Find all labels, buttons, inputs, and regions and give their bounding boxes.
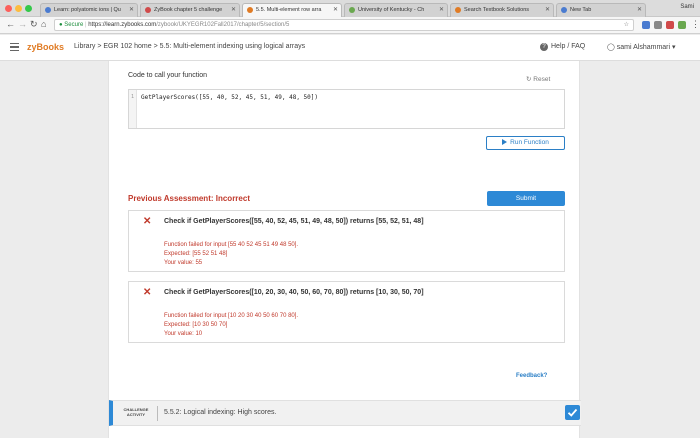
test-title: Check if GetPlayerScores([10, 20, 30, 40… — [164, 289, 424, 296]
browser-tab-strip: Learn: polyatomic ions | Qu ✕ ZyBook cha… — [0, 0, 700, 17]
tab-label: 5.5. Multi-element row arra — [256, 7, 322, 13]
reset-button[interactable]: ↻ Reset — [526, 75, 550, 83]
reset-label: Reset — [533, 76, 551, 83]
run-label: Run Function — [510, 139, 549, 146]
browser-tab[interactable]: University of Kentucky - Ch ✕ — [344, 3, 448, 17]
bookmark-star-icon[interactable]: ☆ — [624, 21, 629, 28]
reload-icon[interactable]: ↻ — [30, 19, 38, 30]
fail-x-icon: ✕ — [143, 287, 152, 298]
secure-label: Secure — [64, 22, 84, 28]
test-your-value: Your value: 10 — [164, 331, 203, 337]
zybooks-header: zyBooks Library > EGR 102 home > 5.5: Mu… — [0, 35, 700, 61]
challenge-title: 5.5.2: Logical indexing: High scores. — [164, 409, 277, 416]
chevron-down-icon: ▾ — [670, 44, 676, 51]
browser-tab[interactable]: Search Textbook Solutions ✕ — [450, 3, 554, 17]
breadcrumb[interactable]: Library > EGR 102 home > 5.5: Multi-elem… — [74, 43, 305, 50]
user-menu[interactable]: ◯ sami Alshammari ▾ — [607, 43, 676, 51]
test-result: ✕ Check if GetPlayerScores([55, 40, 52, … — [128, 210, 565, 272]
tab-label: Learn: polyatomic ions | Qu — [54, 7, 121, 13]
tab-label: University of Kentucky - Ch — [358, 7, 425, 13]
help-label: Help / FAQ — [551, 43, 586, 50]
tab-favicon-icon — [349, 7, 355, 13]
browser-tab[interactable]: Learn: polyatomic ions | Qu ✕ — [40, 3, 138, 17]
completed-check-icon — [565, 405, 580, 420]
lock-icon: ● — [59, 22, 63, 28]
brand-logo[interactable]: zyBooks — [27, 42, 64, 52]
test-result: ✕ Check if GetPlayerScores([10, 20, 30, … — [128, 281, 565, 343]
close-tab-icon[interactable]: ✕ — [439, 6, 444, 13]
hamburger-menu-icon[interactable] — [10, 43, 19, 53]
close-tab-icon[interactable]: ✕ — [129, 6, 134, 13]
url-path: /zybook/UKYEGR102Fall2017/chapter/5/sect… — [156, 22, 290, 28]
close-tab-icon[interactable]: ✕ — [231, 6, 236, 13]
test-failed-message: Function failed for input [10 20 30 40 5… — [164, 313, 299, 319]
browser-profile-name[interactable]: Sami — [680, 4, 694, 10]
challenge-activity-bar[interactable]: CHALLENGE ACTIVITY 5.5.2: Logical indexi… — [109, 400, 581, 426]
tab-favicon-icon — [45, 7, 51, 13]
tab-favicon-icon — [455, 7, 461, 13]
challenge-label: CHALLENGE ACTIVITY — [123, 407, 149, 417]
close-tab-icon[interactable]: ✕ — [637, 6, 642, 13]
help-icon: ? — [540, 43, 548, 51]
tab-favicon-icon — [561, 7, 567, 13]
assessment-title: Previous Assessment: Incorrect — [128, 194, 250, 203]
browser-tab[interactable]: New Tab ✕ — [556, 3, 646, 17]
help-link[interactable]: ? Help / FAQ — [540, 43, 585, 51]
forward-icon[interactable]: → — [18, 19, 27, 29]
extension-icon[interactable] — [642, 21, 650, 29]
submit-button[interactable]: Submit — [487, 191, 565, 206]
address-bar: ← → ↻ ⌂ ● Secure | https://learn.zybooks… — [0, 17, 700, 34]
tab-label: ZyBook chapter 5 challenge — [154, 7, 223, 13]
avatar-icon: ◯ — [607, 44, 617, 51]
home-icon[interactable]: ⌂ — [41, 19, 46, 29]
close-window-icon[interactable] — [5, 5, 12, 12]
extension-icon[interactable] — [654, 21, 662, 29]
run-function-button[interactable]: Run Function — [486, 136, 565, 150]
browser-tab[interactable]: ZyBook chapter 5 challenge ✕ — [140, 3, 240, 17]
extension-icon[interactable] — [678, 21, 686, 29]
maximize-window-icon[interactable] — [25, 5, 32, 12]
line-number-gutter: 1 — [129, 90, 137, 128]
code-line[interactable]: GetPlayerScores([55, 40, 52, 45, 51, 49,… — [141, 94, 318, 101]
test-title: Check if GetPlayerScores([55, 40, 52, 45… — [164, 218, 424, 225]
tab-label: New Tab — [570, 7, 592, 13]
tab-favicon-icon — [145, 7, 151, 13]
back-icon[interactable]: ← — [6, 19, 15, 29]
play-icon — [502, 138, 508, 145]
fail-x-icon: ✕ — [143, 216, 152, 227]
test-failed-message: Function failed for input [55 40 52 45 5… — [164, 242, 299, 248]
test-expected: Expected: [55 52 51 48] — [164, 251, 228, 257]
reset-icon: ↻ — [526, 76, 532, 83]
test-your-value: Your value: 55 — [164, 260, 203, 266]
content-card: Code to call your function ↻ Reset 1 Get… — [108, 61, 581, 438]
test-expected: Expected: [10 30 50 70] — [164, 322, 228, 328]
divider — [157, 406, 158, 421]
extension-icon[interactable] — [666, 21, 674, 29]
minimize-window-icon[interactable] — [15, 5, 22, 12]
close-tab-icon[interactable]: ✕ — [333, 6, 338, 13]
tab-favicon-icon — [247, 7, 253, 13]
close-tab-icon[interactable]: ✕ — [545, 6, 550, 13]
feedback-link[interactable]: Feedback? — [516, 373, 547, 379]
code-editor[interactable]: 1 GetPlayerScores([55, 40, 52, 45, 51, 4… — [128, 89, 565, 129]
tab-label: Search Textbook Solutions — [464, 7, 530, 13]
browser-tab-active[interactable]: 5.5. Multi-element row arra ✕ — [242, 3, 342, 17]
url-input[interactable]: ● Secure | https://learn.zybooks.com/zyb… — [54, 19, 634, 31]
browser-menu-icon[interactable]: ⋮ — [691, 19, 700, 30]
url-host: https://learn.zybooks.com — [88, 22, 157, 28]
code-section-title: Code to call your function — [128, 72, 207, 79]
user-name: sami Alshammari — [616, 44, 671, 51]
